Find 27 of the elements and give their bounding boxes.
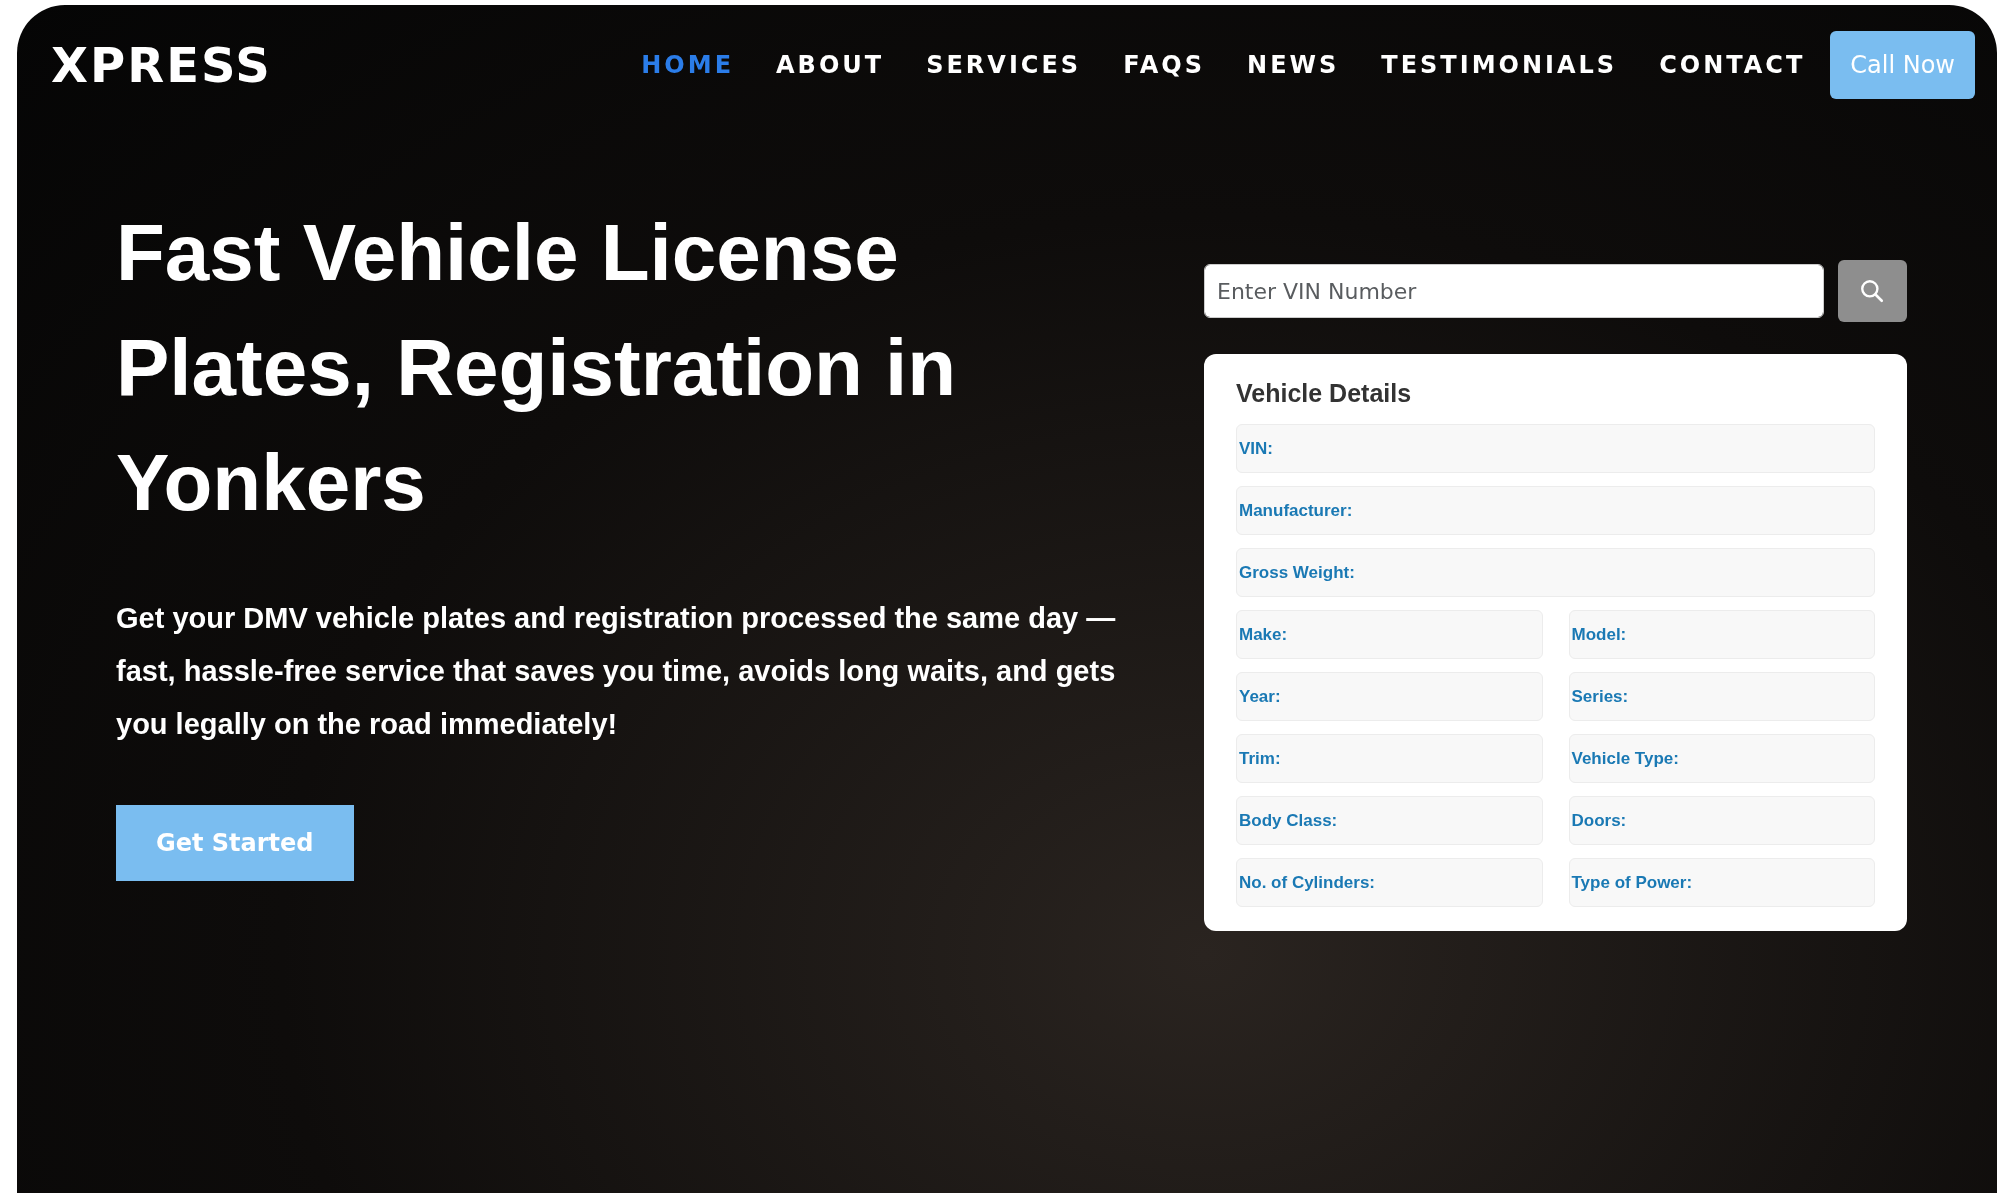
detail-field: Year: — [1236, 672, 1543, 721]
nav-link[interactable]: CONTACT — [1638, 47, 1827, 83]
search-icon — [1859, 278, 1886, 304]
logo[interactable]: XPRESS — [51, 29, 272, 101]
detail-field: Series: — [1568, 672, 1875, 721]
nav-link[interactable]: NEWS — [1226, 47, 1361, 83]
detail-field: VIN: — [1236, 424, 1875, 473]
detail-field: Manufacturer: — [1236, 486, 1875, 535]
hero-description: Get your DMV vehicle plates and registration processed the same day — fast, hassle-free service that saves you time, avoids long waits, and gets you legally on the road immediately! — [116, 601, 1117, 742]
nav-link[interactable]: FAQS — [1102, 47, 1227, 83]
detail-field: Trim: — [1236, 734, 1543, 783]
detail-field: Gross Weight: — [1236, 548, 1875, 597]
vin-input-field[interactable]: Enter VIN Number — [1204, 264, 1824, 318]
detail-field: Type of Power: — [1568, 858, 1875, 907]
detail-field: Model: — [1568, 610, 1875, 659]
card-title: Vehicle Details — [1236, 378, 1413, 408]
detail-field: Body Class: — [1236, 796, 1543, 845]
detail-field: Doors: — [1568, 796, 1875, 845]
search-button[interactable] — [1837, 260, 1907, 322]
detail-field: Vehicle Type: — [1568, 734, 1875, 783]
detail-field: Make: — [1236, 610, 1543, 659]
detail-field: No. of Cylinders: — [1236, 858, 1543, 907]
nav-link[interactable]: SERVICES — [905, 47, 1103, 83]
nav-link[interactable]: HOME — [620, 47, 756, 83]
nav-link[interactable]: TESTIMONIALS — [1360, 47, 1639, 83]
nav-link[interactable]: ABOUT — [755, 47, 906, 83]
hero-heading: Fast Vehicle License Plates, Registration in Yonkers — [116, 207, 958, 529]
